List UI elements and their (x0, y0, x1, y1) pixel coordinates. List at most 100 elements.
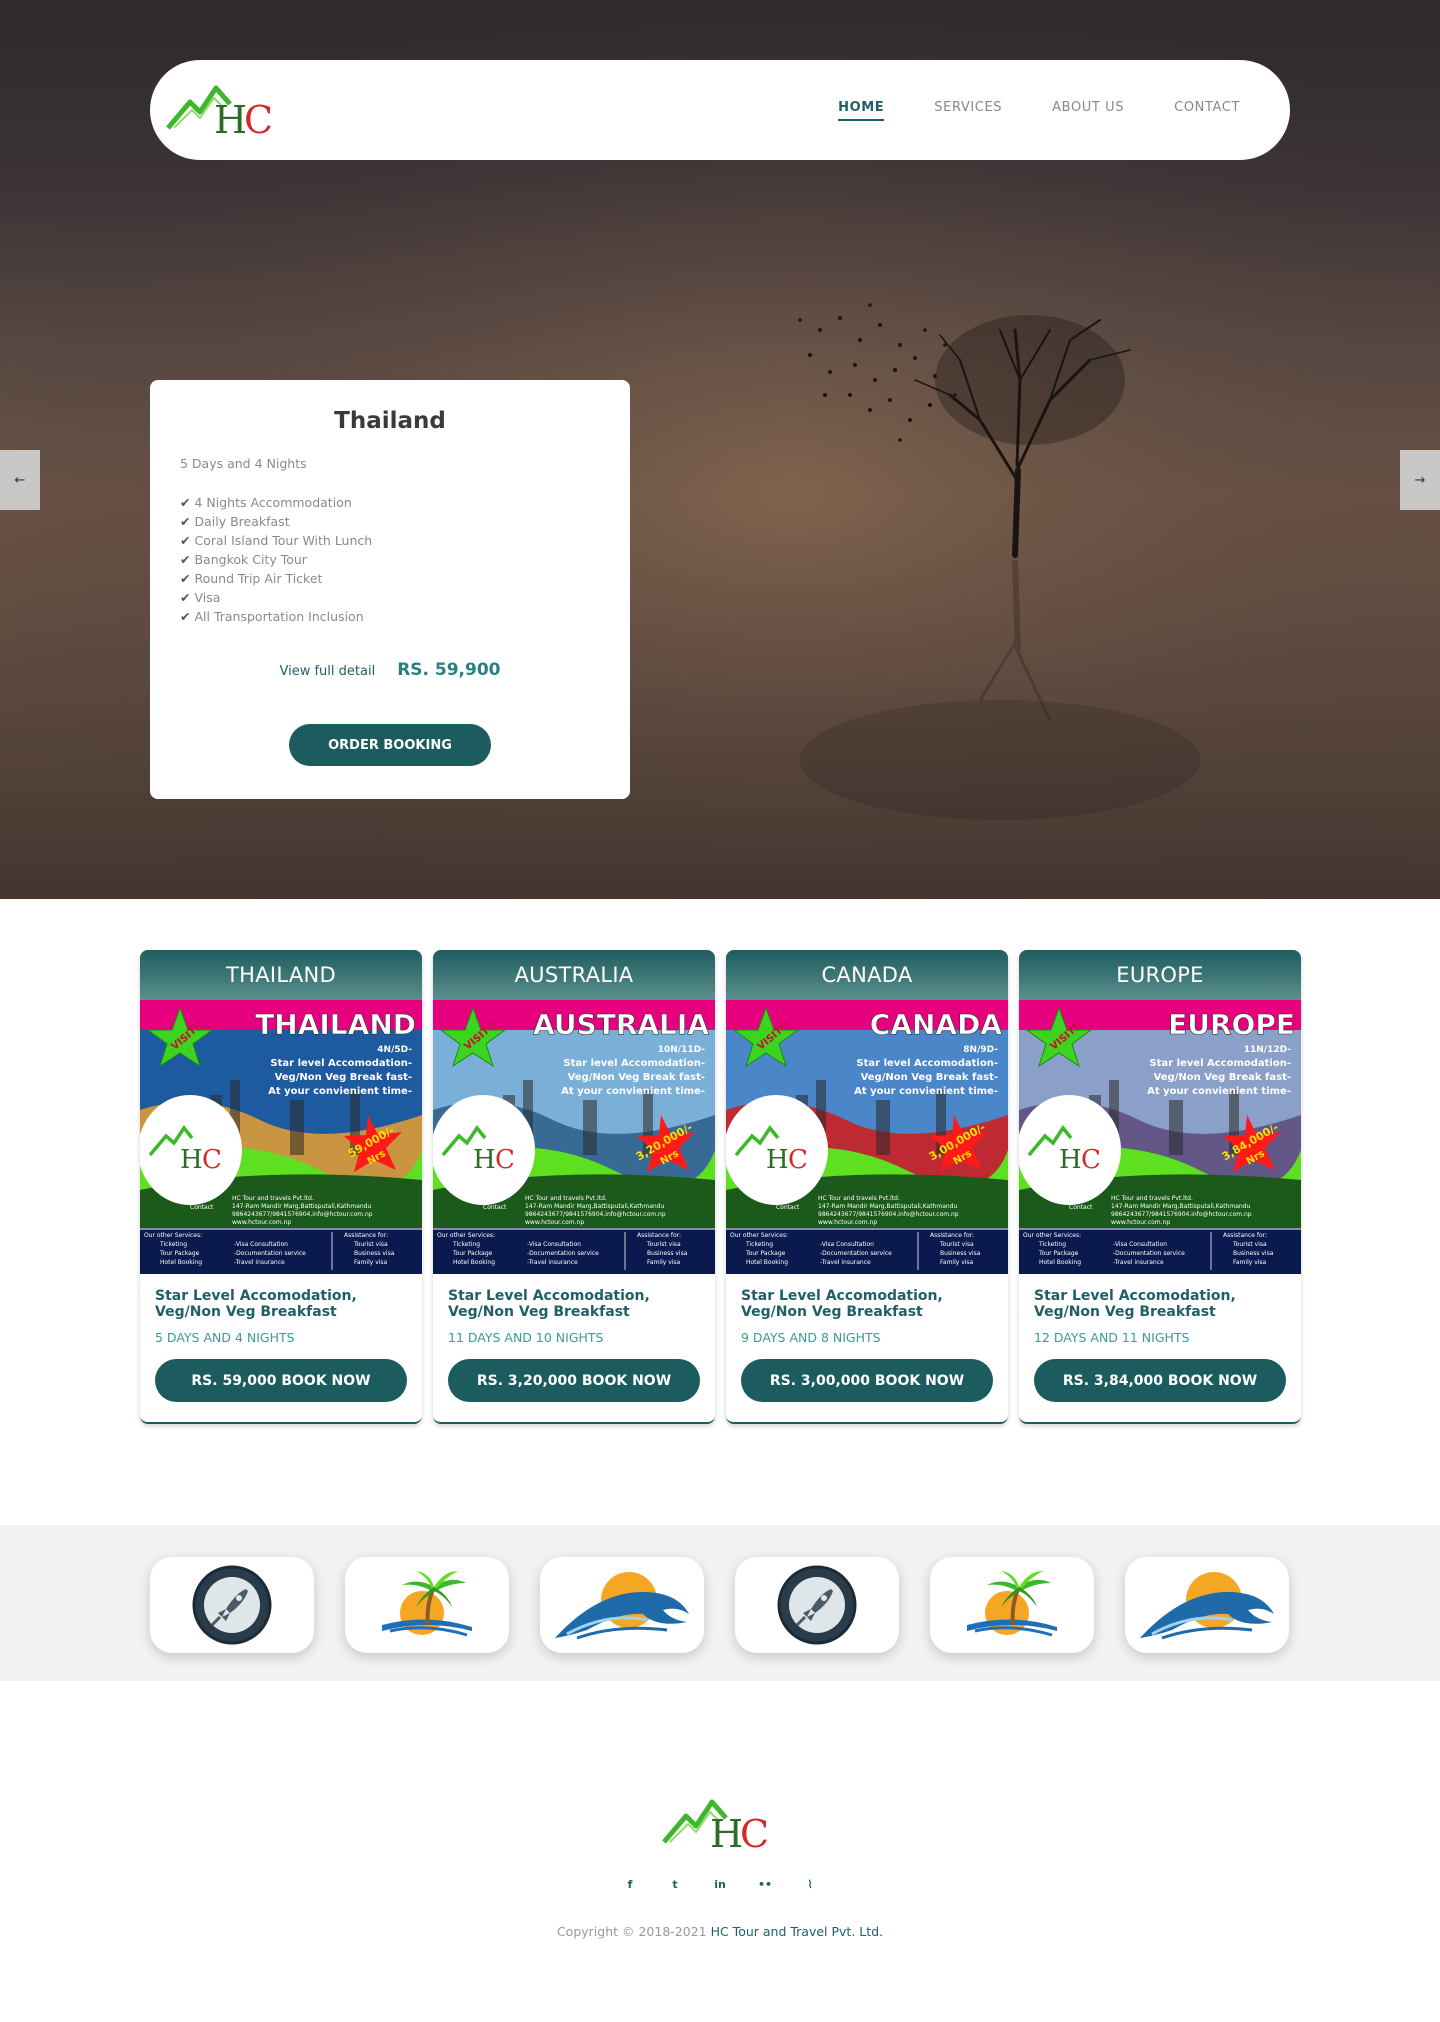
svg-text:Star level Accomodation-: Star level Accomodation- (270, 1058, 412, 1069)
slider-prev-button[interactable]: ← (0, 450, 40, 510)
tour-price-row: View full detail RS. 59,900 (180, 660, 600, 680)
svg-text:HC Tour and travels Pvt.ltd.: HC Tour and travels Pvt.ltd. (818, 1195, 900, 1202)
check-icon: ✔ (180, 533, 191, 548)
partner-logo[interactable] (150, 1557, 314, 1653)
partner-logo[interactable] (1125, 1557, 1289, 1653)
svg-text:www.hctour.com.np: www.hctour.com.np (818, 1219, 877, 1226)
svg-text:Ticketing: Ticketing (452, 1241, 480, 1248)
svg-text:Contact: Contact (1069, 1204, 1093, 1211)
poster-image: VISIT!! THAILAND 4N/5D- Star level Accom… (140, 1000, 422, 1274)
svg-text:HC Tour and travels Pvt.ltd.: HC Tour and travels Pvt.ltd. (1111, 1195, 1193, 1202)
svg-text:Tour Package: Tour Package (1038, 1250, 1079, 1257)
svg-text:EUROPE: EUROPE (1168, 1008, 1295, 1041)
svg-text:-Travel insurance: -Travel insurance (1113, 1259, 1164, 1266)
svg-text:Contact: Contact (483, 1204, 507, 1211)
svg-text:-Travel insurance: -Travel insurance (820, 1259, 871, 1266)
tour-feature: ✔ 4 Nights Accommodation (180, 495, 352, 510)
svg-text:Assistance for:: Assistance for: (344, 1232, 388, 1239)
svg-text:Tourist visa: Tourist visa (1232, 1241, 1267, 1248)
flickr-icon[interactable]: •• (755, 1878, 775, 1891)
company-link[interactable]: HC Tour and Travel Pvt. Ltd. (711, 1924, 883, 1939)
svg-text:10N/11D-: 10N/11D- (658, 1045, 706, 1055)
svg-text:147-Ram Mandir Marg,Battisputa: 147-Ram Mandir Marg,Battisputali,Kathman… (232, 1203, 371, 1210)
svg-text:Contact: Contact (776, 1204, 800, 1211)
svg-text:Star level Accomodation-: Star level Accomodation- (1149, 1058, 1291, 1069)
svg-text:Assistance for:: Assistance for: (637, 1232, 681, 1239)
svg-text:Business visa: Business visa (1233, 1250, 1274, 1257)
package-poster[interactable]: VISIT!! THAILAND 4N/5D- Star level Accom… (140, 1000, 422, 1274)
svg-text:Business visa: Business visa (647, 1250, 688, 1257)
tour-feature: ✔ Coral Island Tour With Lunch (180, 533, 373, 548)
package-description: Star Level Accomodation, Veg/Non Veg Bre… (155, 1288, 357, 1320)
svg-text:-Documentation service: -Documentation service (1113, 1250, 1185, 1257)
view-full-detail-link[interactable]: View full detail (279, 664, 375, 679)
nav-contact[interactable]: CONTACT (1174, 100, 1240, 121)
svg-text:Tour Package: Tour Package (745, 1250, 786, 1257)
svg-text:H: H (710, 1812, 743, 1856)
svg-text:-Documentation service: -Documentation service (820, 1250, 892, 1257)
svg-text:H: H (1059, 1145, 1082, 1175)
hc-logo-icon: H C (662, 1799, 769, 1856)
svg-text:9864243677/9841576904,info@hct: 9864243677/9841576904,info@hctour.com.np (232, 1211, 373, 1218)
slider-next-button[interactable]: → (1400, 450, 1440, 510)
site-logo[interactable]: H C (164, 75, 282, 145)
package-card-europe: EUROPE VISIT!! EUROPE 11N/12D- Star leve… (1019, 950, 1301, 1424)
svg-text:9864243677/9841576904,info@hct: 9864243677/9841576904,info@hctour.com.np (525, 1211, 666, 1218)
social-links: f t in •• ⌇ (620, 1878, 820, 1891)
svg-text:www.hctour.com.np: www.hctour.com.np (232, 1219, 291, 1226)
tour-feature: ✔ Bangkok City Tour (180, 552, 307, 567)
partner-logo[interactable] (930, 1557, 1094, 1653)
package-poster[interactable]: VISIT!! EUROPE 11N/12D- Star level Accom… (1019, 1000, 1301, 1274)
palm-island-logo-icon (382, 1571, 472, 1637)
svg-text:Family visa: Family visa (940, 1259, 974, 1266)
svg-text:147-Ram Mandir Marg,Battisputa: 147-Ram Mandir Marg,Battisputali,Kathman… (525, 1203, 664, 1210)
svg-text:C: C (788, 1145, 808, 1175)
tour-price: RS. 59,900 (397, 660, 501, 680)
nav-about-us[interactable]: ABOUT US (1052, 100, 1124, 121)
partner-logo[interactable] (540, 1557, 704, 1653)
svg-text:Tour Package: Tour Package (159, 1250, 200, 1257)
partner-logo[interactable] (345, 1557, 509, 1653)
svg-text:AUSTRALIA: AUSTRALIA (533, 1008, 709, 1041)
arrow-right-icon: → (1414, 472, 1426, 488)
svg-text:-Visa Consultation: -Visa Consultation (234, 1241, 288, 1248)
package-card-canada: CANADA VISIT!! CANADA 8N/9D- Star level … (726, 950, 1008, 1424)
book-now-button[interactable]: RS. 59,000 BOOK NOW (155, 1359, 407, 1402)
twitter-icon[interactable]: t (665, 1878, 685, 1891)
svg-text:C: C (1081, 1145, 1101, 1175)
svg-text:Star level Accomodation-: Star level Accomodation- (856, 1058, 998, 1069)
palm-island-logo-icon (967, 1571, 1057, 1637)
book-now-button[interactable]: RS. 3,00,000 BOOK NOW (741, 1359, 993, 1402)
featured-tour-card: Thailand 5 Days and 4 Nights ✔ 4 Nights A… (150, 380, 630, 799)
package-poster[interactable]: VISIT!! CANADA 8N/9D- Star level Accomod… (726, 1000, 1008, 1274)
svg-text:Business visa: Business visa (354, 1250, 395, 1257)
nav-services[interactable]: SERVICES (934, 100, 1002, 121)
svg-text:Hotel Booking: Hotel Booking (453, 1259, 495, 1266)
package-description: Star Level Accomodation, Veg/Non Veg Bre… (448, 1288, 650, 1320)
svg-text:-Travel insurance: -Travel insurance (234, 1259, 285, 1266)
main-navbar: H C HOME SERVICES ABOUT US CONTACT (150, 60, 1290, 160)
tour-features-list: ✔ 4 Nights Accommodation ✔ Daily Breakfast… (180, 493, 600, 626)
rocket-logo-icon (777, 1565, 857, 1645)
svg-text:Tourist visa: Tourist visa (939, 1241, 974, 1248)
nav-home[interactable]: HOME (838, 100, 885, 121)
package-name: CANADA (726, 950, 1008, 1000)
rss-icon[interactable]: ⌇ (800, 1878, 820, 1891)
linkedin-icon[interactable]: in (710, 1878, 730, 1891)
check-icon: ✔ (180, 590, 191, 605)
partner-logo[interactable] (735, 1557, 899, 1653)
svg-text:Assistance for:: Assistance for: (1223, 1232, 1267, 1239)
svg-text:Tour Package: Tour Package (452, 1250, 493, 1257)
package-description: Star Level Accomodation, Veg/Non Veg Bre… (741, 1288, 943, 1320)
svg-text:C: C (495, 1145, 515, 1175)
facebook-icon[interactable]: f (620, 1878, 640, 1891)
tour-feature: ✔ Daily Breakfast (180, 514, 290, 529)
order-booking-button[interactable]: ORDER BOOKING (289, 724, 491, 766)
package-name: THAILAND (140, 950, 422, 1000)
book-now-button[interactable]: RS. 3,84,000 BOOK NOW (1034, 1359, 1286, 1402)
footer-logo[interactable]: H C (660, 1790, 778, 1862)
package-poster[interactable]: VISIT!! AUSTRALIA 10N/11D- Star level Ac… (433, 1000, 715, 1274)
book-now-button[interactable]: RS. 3,20,000 BOOK NOW (448, 1359, 700, 1402)
svg-text:Ticketing: Ticketing (1038, 1241, 1066, 1248)
svg-text:H: H (214, 98, 247, 142)
